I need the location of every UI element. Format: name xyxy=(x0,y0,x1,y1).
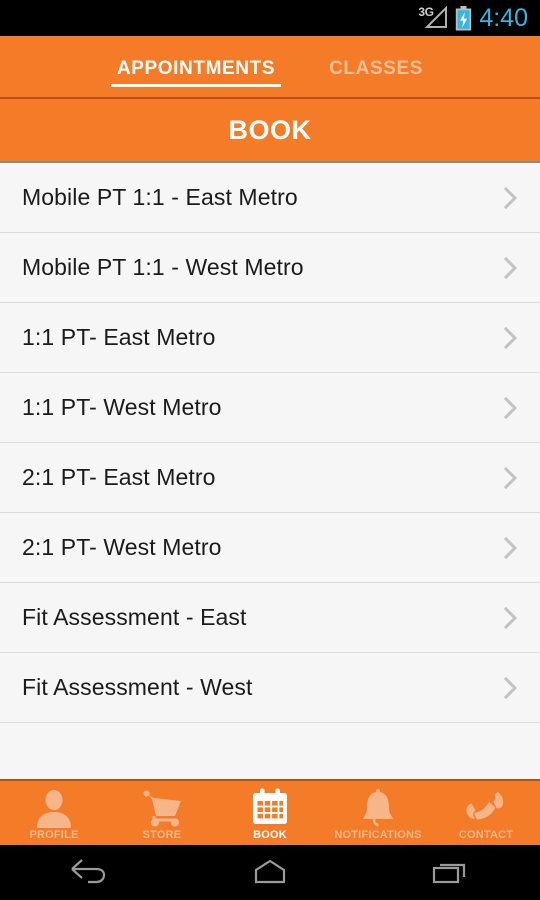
list-item[interactable]: 1:1 PT- East Metro xyxy=(0,303,540,373)
list-item[interactable]: 1:1 PT- West Metro xyxy=(0,373,540,443)
network-type-label: 3G xyxy=(418,5,434,19)
battery-charging-icon xyxy=(456,5,472,30)
signal-indicator: 3G xyxy=(418,5,448,30)
list-item[interactable]: Mobile PT 1:1 - East Metro xyxy=(0,163,540,233)
page-title: BOOK xyxy=(0,99,540,163)
chevron-right-icon xyxy=(503,186,518,209)
nav-label-book: BOOK xyxy=(253,828,287,841)
list-item-label: 1:1 PT- West Metro xyxy=(22,394,222,420)
list-item-partial[interactable] xyxy=(0,723,540,779)
phone-screen: 3G 4:40 APPOINTMENTS CLASSES BOOK Mobile… xyxy=(0,0,540,900)
bottom-navigation-bar: PROFILE STORE BOOK NOTIFICATIONS CONTACT xyxy=(0,779,540,845)
list-item[interactable]: 2:1 PT- East Metro xyxy=(0,443,540,513)
back-arrow-icon xyxy=(71,858,106,883)
cart-icon xyxy=(143,790,181,826)
recents-icon xyxy=(432,863,466,883)
phone-icon xyxy=(466,791,504,820)
nav-item-store[interactable]: STORE xyxy=(108,781,216,845)
nav-label-store: STORE xyxy=(142,828,182,841)
list-item[interactable]: Mobile PT 1:1 - West Metro xyxy=(0,233,540,303)
home-icon xyxy=(254,859,286,883)
nav-label-notifications: NOTIFICATIONS xyxy=(334,828,422,841)
list-item-label: 2:1 PT- East Metro xyxy=(22,464,216,490)
list-item[interactable]: Fit Assessment - West xyxy=(0,653,540,723)
chevron-right-icon xyxy=(503,396,518,419)
chevron-right-icon xyxy=(503,466,518,489)
clock-time: 4:40 xyxy=(479,3,528,32)
list-item[interactable]: Fit Assessment - East xyxy=(0,583,540,653)
tab-appointments[interactable]: APPOINTMENTS xyxy=(110,36,282,97)
list-item-label: 1:1 PT- East Metro xyxy=(22,324,216,350)
tab-classes[interactable]: CLASSES xyxy=(323,36,429,97)
bell-icon xyxy=(363,788,393,826)
chevron-right-icon xyxy=(503,256,518,279)
nav-label-profile: PROFILE xyxy=(29,828,79,841)
list-item-label: Fit Assessment - West xyxy=(22,674,253,700)
nav-label-contact: CONTACT xyxy=(458,828,514,841)
booking-list[interactable]: Mobile PT 1:1 - East Metro Mobile PT 1:1… xyxy=(0,163,540,779)
chevron-right-icon xyxy=(503,606,518,629)
system-nav-home[interactable] xyxy=(180,858,360,888)
list-item-label: 2:1 PT- West Metro xyxy=(22,534,222,560)
person-icon xyxy=(37,789,71,828)
list-item[interactable]: 2:1 PT- West Metro xyxy=(0,513,540,583)
nav-item-book[interactable]: BOOK xyxy=(216,781,324,845)
nav-item-contact[interactable]: CONTACT xyxy=(432,781,540,845)
nav-item-profile[interactable]: PROFILE xyxy=(0,781,108,845)
top-tab-bar: APPOINTMENTS CLASSES xyxy=(0,36,540,99)
chevron-right-icon xyxy=(503,326,518,349)
android-status-bar: 3G 4:40 xyxy=(0,0,540,36)
nav-item-notifications[interactable]: NOTIFICATIONS xyxy=(324,781,432,845)
list-item-label: Fit Assessment - East xyxy=(22,604,247,630)
android-navigation-bar xyxy=(0,845,540,900)
chevron-right-icon xyxy=(503,676,518,699)
list-item-label: Mobile PT 1:1 - West Metro xyxy=(22,254,304,280)
system-nav-recents[interactable] xyxy=(360,858,540,888)
system-nav-back[interactable] xyxy=(0,858,180,888)
list-item-label: Mobile PT 1:1 - East Metro xyxy=(22,184,298,210)
calendar-icon xyxy=(253,788,287,824)
chevron-right-icon xyxy=(503,536,518,559)
